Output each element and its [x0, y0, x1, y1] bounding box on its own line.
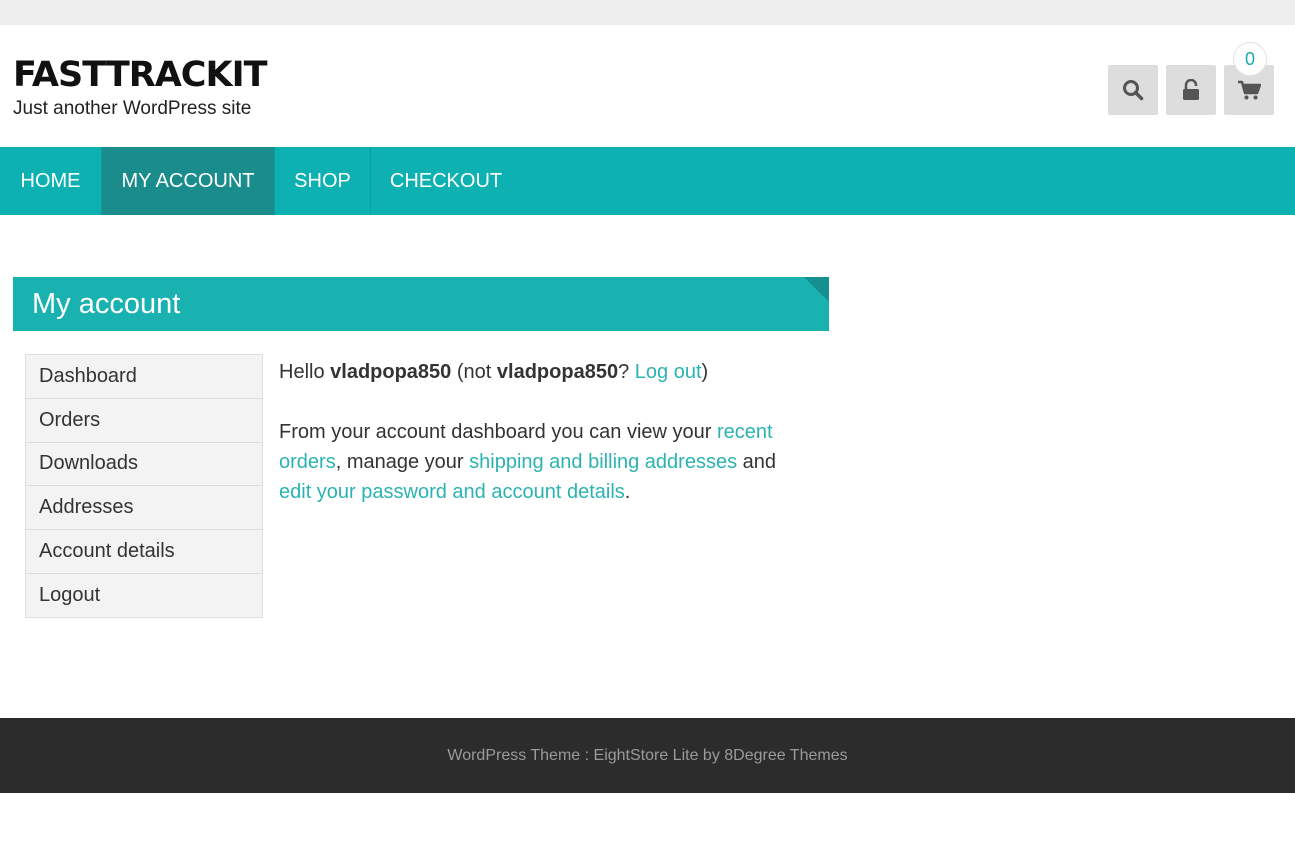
dashboard-intro: From your account dashboard you can view… [279, 417, 809, 507]
nav-item-checkout[interactable]: CHECKOUT [370, 147, 521, 215]
account-nav-logout[interactable]: Logout [26, 574, 262, 618]
greeting-question: ? [618, 361, 630, 383]
main-nav: HOME MY ACCOUNT SHOP CHECKOUT [0, 147, 1295, 215]
page-title: My account [32, 288, 181, 320]
edit-account-link[interactable]: edit your password and account details [279, 481, 625, 503]
greeting-username: vladpopa850 [330, 361, 452, 383]
account-nav-orders[interactable]: Orders [26, 399, 262, 443]
title-corner-fold [804, 277, 829, 302]
nav-item-my-account[interactable]: MY ACCOUNT [101, 147, 274, 215]
intro-and: and [742, 451, 777, 473]
intro-period: . [624, 481, 631, 503]
cart-count-badge: 0 [1233, 42, 1267, 76]
account-login-button[interactable] [1166, 65, 1216, 115]
greeting-line: Hello vladpopa850 (not vladpopa850? Log … [279, 357, 809, 387]
search-button[interactable] [1108, 65, 1158, 115]
page-title-bar: My account [13, 277, 829, 331]
greeting-close: ) [701, 361, 709, 383]
footer-credit[interactable]: WordPress Theme : EightStore Lite by 8De… [447, 747, 847, 765]
addresses-link[interactable]: shipping and billing addresses [469, 451, 737, 473]
site-footer: WordPress Theme : EightStore Lite by 8De… [0, 718, 1295, 793]
greeting-not-username: vladpopa850 [496, 361, 619, 383]
nav-item-shop[interactable]: SHOP [274, 147, 370, 215]
nav-item-home[interactable]: HOME [0, 147, 101, 215]
search-icon [1123, 80, 1144, 101]
account-nav-addresses[interactable]: Addresses [26, 486, 262, 531]
site-title[interactable]: FASTTRACKIT [13, 52, 267, 98]
account-nav-account-details[interactable]: Account details [26, 530, 262, 574]
top-strip [0, 0, 1295, 25]
cart-icon [1238, 80, 1261, 100]
intro-manage: , manage your [335, 451, 464, 473]
logout-link[interactable]: Log out [635, 361, 702, 383]
account-nav-dashboard[interactable]: Dashboard [26, 355, 262, 399]
account-navigation: Dashboard Orders Downloads Addresses Acc… [25, 354, 263, 618]
account-nav-downloads[interactable]: Downloads [26, 443, 262, 487]
unlock-icon [1183, 79, 1199, 100]
greeting-not: (not [456, 361, 492, 383]
greeting-hello: Hello [279, 361, 325, 383]
dashboard-content: Hello vladpopa850 (not vladpopa850? Log … [279, 357, 809, 507]
intro-text: From your account dashboard you can view… [279, 421, 712, 443]
site-tagline: Just another WordPress site [13, 98, 252, 119]
